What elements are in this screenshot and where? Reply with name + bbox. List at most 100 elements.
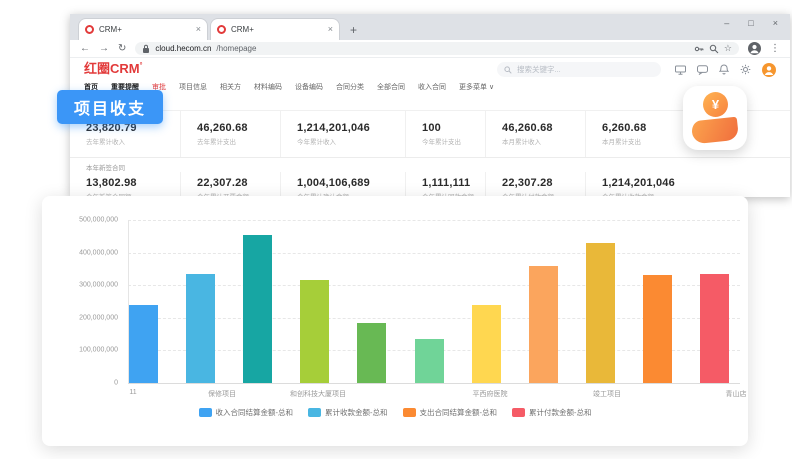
y-axis-tick: 100,000,000 — [42, 347, 118, 354]
crm-nav: 首页重要提醒审批项目信息相关方材料编码设备编码合同分类全部合同收入合同更多菜单 … — [70, 78, 790, 98]
crm-favicon-icon — [217, 25, 226, 34]
chart-legend: 收入合同结算金额-总和 累计收款金额-总和 支出合同结算金额-总和 累计付款金额-总和 — [42, 407, 748, 418]
gridline — [128, 253, 740, 254]
legend-item[interactable]: 收入合同结算金额-总和 — [199, 407, 294, 418]
legend-color-chip — [512, 408, 525, 417]
chart-bar-9[interactable] — [586, 243, 615, 383]
nav-item-10[interactable]: 收入合同 — [418, 82, 446, 92]
chart-bar-1[interactable] — [129, 305, 158, 383]
nav-item-4[interactable]: 项目信息 — [179, 82, 207, 92]
crm-search-input[interactable]: 搜索关键字... — [497, 62, 661, 77]
nav-item-6[interactable]: 材料编码 — [254, 82, 282, 92]
legend-color-chip — [403, 408, 416, 417]
new-tab-button[interactable]: + — [350, 24, 357, 36]
legend-label: 累计付款金额-总和 — [529, 407, 592, 418]
monitor-icon[interactable] — [675, 65, 686, 75]
legend-color-chip — [308, 408, 321, 417]
profile-avatar[interactable] — [748, 42, 761, 55]
tab-close-icon[interactable]: × — [196, 25, 201, 34]
nav-item-11[interactable]: 更多菜单 ∨ — [459, 82, 494, 92]
chart-bar-11[interactable] — [700, 274, 729, 383]
legend-item[interactable]: 累计收款金额-总和 — [308, 407, 388, 418]
chart-bar-6[interactable] — [415, 339, 444, 383]
crm-header: 红圈CRM° 搜索关键字... — [70, 58, 790, 78]
chart-card: 500,000,000400,000,000300,000,000200,000… — [42, 196, 748, 446]
legend-label: 支出合同结算金额-总和 — [420, 407, 498, 418]
stat-label: 本月累计收入 — [502, 136, 585, 146]
stat-value: 1,111,111 — [422, 177, 485, 189]
key-icon[interactable] — [694, 44, 704, 54]
x-axis-label: 平西府医院 — [473, 389, 508, 399]
stat-value: 46,260.68 — [197, 122, 280, 134]
y-axis-tick: 300,000,000 — [42, 282, 118, 289]
tab-strip: CRM+ × CRM+ × + – □ × — [70, 14, 790, 40]
nav-item-5[interactable]: 相关方 — [220, 82, 241, 92]
url-path: /homepage — [216, 45, 256, 53]
chart-plot: 500,000,000400,000,000300,000,000200,000… — [128, 220, 740, 383]
stat-cell: 1,214,201,046今年累计收款金额 — [585, 172, 790, 197]
stat-label: 今年累计支出 — [422, 136, 485, 146]
nav-item-9[interactable]: 全部合同 — [377, 82, 405, 92]
reload-button[interactable]: ↻ — [118, 44, 126, 54]
stat-cell: 22,307.28今年累计开票金额 — [180, 172, 280, 197]
zoom-icon[interactable] — [709, 44, 719, 54]
browser-toolbar: ← → ↻ cloud.hecom.cn /homepage ☆ — [70, 40, 790, 58]
stat-cell: 46,260.68去年累计支出 — [180, 111, 280, 157]
bookmark-star-icon[interactable]: ☆ — [724, 44, 732, 53]
search-icon — [504, 66, 512, 74]
stats-row-2: 13,802.98今年新签合同额22,307.28今年累计开票金额1,004,1… — [70, 172, 790, 197]
section-title: 本年新签合同 — [70, 157, 790, 172]
minimize-button[interactable]: – — [724, 18, 729, 28]
tab-title: CRM+ — [99, 25, 191, 34]
chart-bar-8[interactable] — [529, 266, 558, 383]
y-axis-tick: 400,000,000 — [42, 249, 118, 256]
chart-bar-2[interactable] — [186, 274, 215, 383]
legend-item[interactable]: 累计付款金额-总和 — [512, 407, 592, 418]
lock-icon — [142, 44, 150, 54]
crm-logo: 红圈CRM° — [84, 62, 142, 76]
x-axis-label: 和创科技大厦项目 — [290, 389, 346, 399]
chart-bar-3[interactable] — [243, 235, 272, 383]
chart-bar-5[interactable] — [357, 323, 386, 383]
legend-label: 收入合同结算金额-总和 — [216, 407, 294, 418]
message-icon[interactable] — [697, 65, 708, 75]
stat-value: 13,802.98 — [86, 177, 180, 189]
x-axis-label: 竣工项目 — [593, 389, 621, 399]
search-placeholder: 搜索关键字... — [517, 64, 561, 75]
chart-bar-10[interactable] — [643, 275, 672, 383]
chart-bar-4[interactable] — [300, 280, 329, 383]
x-axis-label: 保修项目 — [208, 389, 236, 399]
stat-cell: 22,307.28今年累计付款金额 — [485, 172, 585, 197]
maximize-button[interactable]: □ — [748, 18, 753, 28]
stat-cell: 1,111,111今年累计回款金额 — [405, 172, 485, 197]
stat-label: 今年累计收入 — [297, 136, 405, 146]
browser-tab-2[interactable]: CRM+ × — [210, 18, 340, 40]
back-button[interactable]: ← — [80, 44, 90, 54]
gridline — [128, 220, 740, 221]
legend-item[interactable]: 支出合同结算金额-总和 — [403, 407, 498, 418]
x-axis-label: 青山店 — [726, 389, 747, 399]
stat-value: 46,260.68 — [502, 122, 585, 134]
legend-color-chip — [199, 408, 212, 417]
stat-value: 1,214,201,046 — [297, 122, 405, 134]
forward-button[interactable]: → — [99, 44, 109, 54]
desktop: CRM+ × CRM+ × + – □ × ← → ↻ c — [0, 0, 792, 459]
income-expense-app-icon[interactable]: ¥ — [683, 86, 747, 150]
nav-item-7[interactable]: 设备编码 — [295, 82, 323, 92]
nav-item-8[interactable]: 合同分类 — [336, 82, 364, 92]
y-axis-tick: 0 — [42, 380, 118, 387]
user-avatar[interactable] — [762, 63, 776, 77]
address-bar[interactable]: cloud.hecom.cn /homepage ☆ — [135, 42, 739, 55]
stat-label: 去年累计收入 — [86, 136, 180, 146]
browser-tab-1[interactable]: CRM+ × — [78, 18, 208, 40]
gridline — [128, 383, 740, 384]
tab-close-icon[interactable]: × — [328, 25, 333, 34]
stats-row-1: 23,820.79去年累计收入46,260.68去年累计支出1,214,201,… — [70, 110, 790, 157]
browser-menu-icon[interactable]: ⋮ — [770, 43, 780, 54]
close-button[interactable]: × — [773, 18, 778, 28]
bell-icon[interactable] — [719, 64, 729, 75]
y-axis-tick: 200,000,000 — [42, 314, 118, 321]
gear-icon[interactable] — [740, 64, 751, 75]
stat-value: 100 — [422, 122, 485, 134]
chart-bar-7[interactable] — [472, 305, 501, 383]
